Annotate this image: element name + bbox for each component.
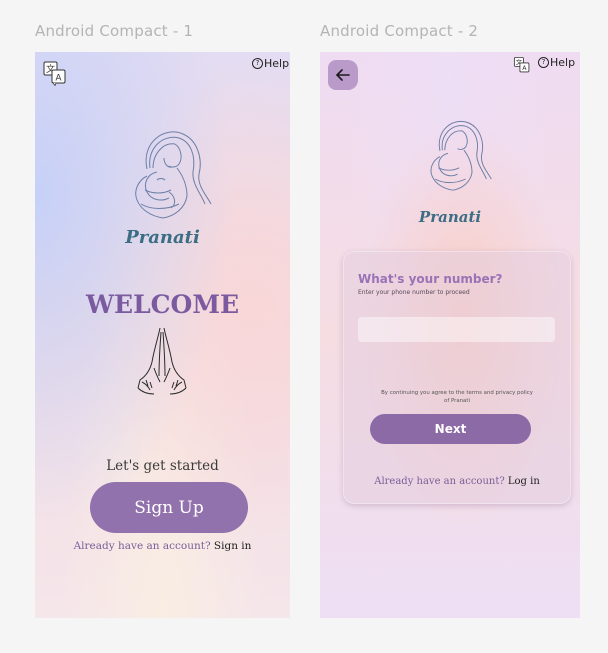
login-prompt: Already have an account? Log in bbox=[344, 476, 570, 487]
screen-welcome: 文 A ? Help Pranati WELCOME Let's get sta… bbox=[35, 52, 290, 618]
help-button[interactable]: ? Help bbox=[252, 57, 289, 70]
frame-label-1: Android Compact - 1 bbox=[35, 22, 194, 40]
terms-line-2: of Pranati bbox=[444, 398, 470, 404]
help-circle-icon: ? bbox=[252, 58, 263, 69]
brand-name: Pranati bbox=[125, 227, 200, 248]
phone-number-input[interactable] bbox=[358, 317, 555, 342]
already-account-text: Already have an account? bbox=[73, 540, 211, 552]
login-link[interactable]: Log in bbox=[508, 476, 540, 487]
signin-prompt: Already have an account? Sign in bbox=[35, 540, 290, 552]
translate-icon[interactable]: 文 A bbox=[513, 56, 531, 78]
next-button[interactable]: Next bbox=[370, 414, 531, 444]
brand-name: Pranati bbox=[418, 208, 482, 226]
signin-link[interactable]: Sign in bbox=[214, 540, 252, 552]
mother-child-logo-icon bbox=[416, 114, 496, 208]
already-account-text: Already have an account? bbox=[374, 476, 505, 487]
terms-line-1: By continuing you agree to the terms and… bbox=[381, 390, 533, 396]
back-button[interactable] bbox=[328, 60, 358, 90]
card-subtitle: Enter your phone number to proceed bbox=[358, 289, 470, 296]
terms-text: By continuing you agree to the terms and… bbox=[364, 389, 550, 405]
help-button[interactable]: ? Help bbox=[538, 56, 575, 69]
signup-button[interactable]: Sign Up bbox=[90, 482, 248, 533]
mother-child-logo-icon bbox=[117, 124, 217, 238]
svg-text:A: A bbox=[55, 74, 62, 84]
svg-text:A: A bbox=[522, 65, 527, 72]
help-circle-icon: ? bbox=[538, 57, 549, 68]
screen-phone-number: 文 A ? Help Pranati What's your number? E… bbox=[320, 52, 580, 618]
frame-label-2: Android Compact - 2 bbox=[320, 22, 479, 40]
help-label: Help bbox=[550, 56, 576, 69]
phone-number-card: What's your number? Enter your phone num… bbox=[343, 251, 571, 504]
help-label: Help bbox=[264, 57, 290, 70]
card-title: What's your number? bbox=[358, 272, 503, 286]
lets-get-started-text: Let's get started bbox=[106, 458, 219, 474]
arrow-left-icon bbox=[335, 69, 350, 81]
namaste-hands-icon bbox=[132, 324, 192, 403]
welcome-heading: WELCOME bbox=[85, 290, 240, 319]
translate-icon[interactable]: 文 A bbox=[42, 60, 68, 90]
